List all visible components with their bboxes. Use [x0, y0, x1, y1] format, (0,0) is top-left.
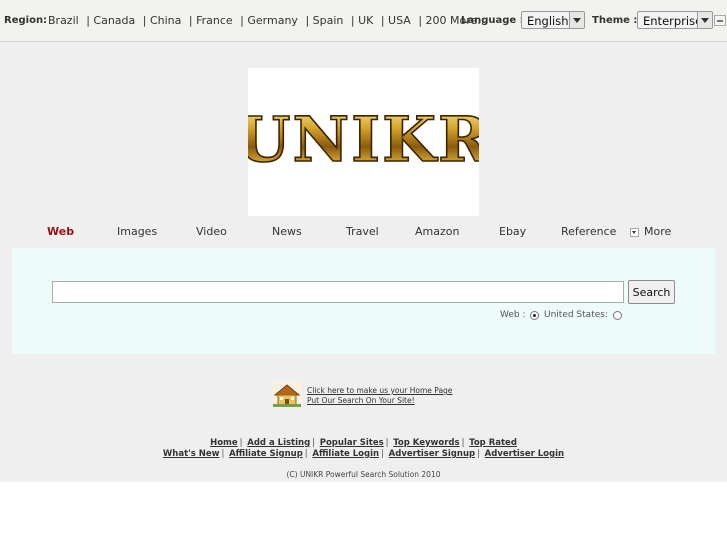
- scope-web-radio[interactable]: [530, 311, 539, 320]
- footer-link-popular-sites[interactable]: Popular Sites: [320, 438, 384, 448]
- region-link-canada[interactable]: | Canada: [86, 14, 135, 27]
- house-icon[interactable]: [272, 382, 302, 408]
- theme-select-value: Enterprise: [643, 14, 703, 28]
- language-select[interactable]: English: [521, 11, 585, 29]
- region-link-china[interactable]: | China: [143, 14, 182, 27]
- tab-news[interactable]: News: [272, 225, 302, 238]
- footer-link-affiliate-login[interactable]: Affiliate Login: [312, 449, 379, 459]
- region-link-usa[interactable]: | USA: [381, 14, 411, 27]
- search-input[interactable]: [52, 281, 624, 303]
- tab-web[interactable]: Web: [47, 225, 74, 238]
- region-link-france[interactable]: | France: [189, 14, 233, 27]
- region-link-germany[interactable]: | Germany: [240, 14, 298, 27]
- region-link-brazil[interactable]: Brazil: [48, 14, 79, 27]
- collapse-icon[interactable]: [714, 15, 726, 26]
- footer-link-advertiser-login[interactable]: Advertiser Login: [485, 449, 564, 459]
- chevron-down-icon[interactable]: [630, 228, 639, 237]
- footer-link-add-listing[interactable]: Add a Listing: [247, 438, 310, 448]
- logo-graphic: UNIKR: [248, 102, 479, 177]
- scope-web-label: Web :: [500, 310, 526, 320]
- make-homepage-link[interactable]: Click here to make us your Home Page: [307, 386, 452, 395]
- footer-link-whats-new[interactable]: What's New: [163, 449, 220, 459]
- scope-country-label: United States:: [544, 310, 608, 320]
- footer-link-top-rated[interactable]: Top Rated: [469, 438, 517, 448]
- region-link-spain[interactable]: | Spain: [305, 14, 343, 27]
- search-on-site-link[interactable]: Put Our Search On Your Site!: [307, 396, 415, 405]
- logo-text: UNIKR: [248, 103, 479, 176]
- search-button[interactable]: Search: [628, 280, 675, 304]
- footer-link-advertiser-signup[interactable]: Advertiser Signup: [389, 449, 475, 459]
- region-label: Region:: [4, 15, 48, 26]
- chevron-down-icon[interactable]: [569, 12, 584, 28]
- language-label: Language :: [461, 15, 524, 26]
- top-bar: Region: Brazil | Canada | China | France…: [0, 0, 727, 42]
- chevron-down-icon[interactable]: [697, 12, 712, 28]
- tab-reference[interactable]: Reference: [561, 225, 616, 238]
- footer-link-affiliate-signup[interactable]: Affiliate Signup: [229, 449, 303, 459]
- unikr-logo[interactable]: UNIKR: [248, 68, 479, 216]
- language-select-value: English: [527, 14, 569, 28]
- copyright-text: (C) UNIKR Powerful Search Solution 2010: [286, 470, 441, 479]
- footer-link-top-keywords[interactable]: Top Keywords: [393, 438, 459, 448]
- scope-country-radio[interactable]: [613, 311, 622, 320]
- region-link-uk[interactable]: | UK: [351, 14, 373, 27]
- region-links: Brazil | Canada | China | France | Germa…: [48, 14, 492, 27]
- theme-label: Theme :: [592, 15, 638, 26]
- footer-link-home[interactable]: Home: [210, 438, 238, 448]
- tab-video[interactable]: Video: [196, 225, 227, 238]
- theme-select[interactable]: Enterprise: [637, 11, 713, 29]
- footer-links-row-1: Home | Add a Listing | Popular Sites | Top …: [210, 438, 517, 448]
- tab-images[interactable]: Images: [117, 225, 157, 238]
- tab-travel[interactable]: Travel: [346, 225, 379, 238]
- tab-amazon[interactable]: Amazon: [415, 225, 459, 238]
- footer-links-row-2: What's New | Affiliate Signup | Affiliate …: [162, 449, 565, 459]
- tab-ebay[interactable]: Ebay: [499, 225, 526, 238]
- tab-more[interactable]: More: [644, 225, 671, 238]
